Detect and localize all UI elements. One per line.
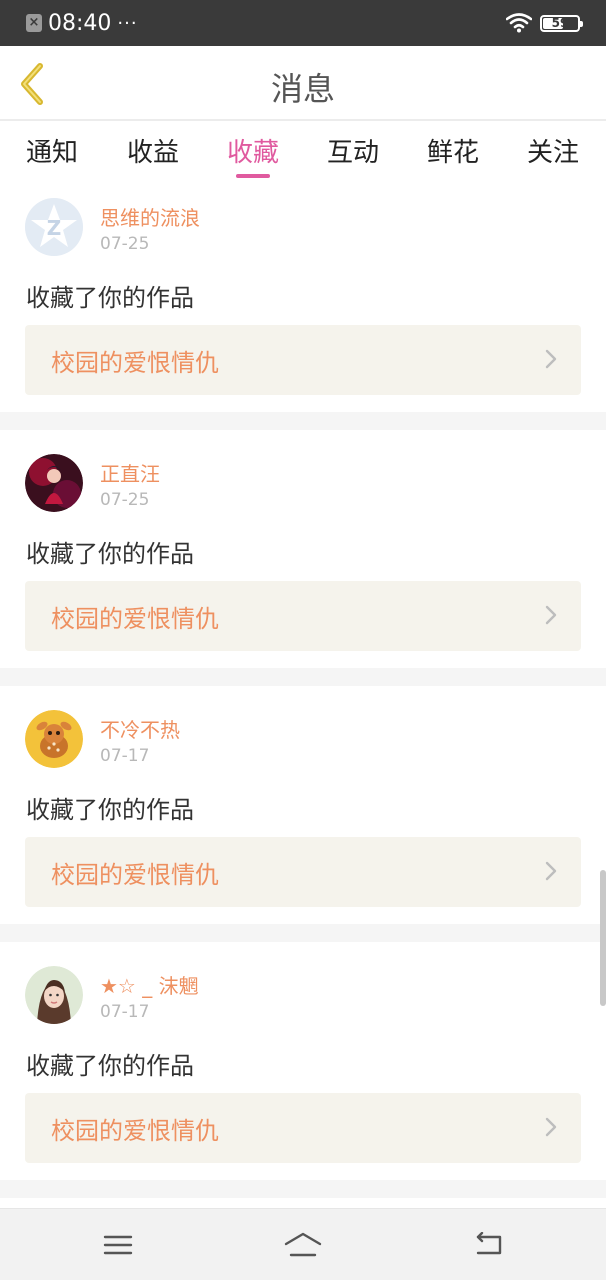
tab-favorites[interactable]: 收藏 [203, 132, 303, 169]
username[interactable]: ★☆ _ 沫魍 [100, 970, 199, 999]
username[interactable]: 正直汪 [100, 458, 160, 487]
avatar[interactable] [25, 966, 83, 1024]
tab-flowers[interactable]: 鲜花 [403, 132, 503, 169]
list-item: 不冷不热 07-17 收藏了你的作品 校园的爱恨情仇 [0, 686, 606, 914]
avatar[interactable] [25, 454, 83, 512]
status-bar: × 08:40 ··· 59 [0, 0, 606, 46]
action-text: 收藏了你的作品 [26, 540, 194, 568]
chevron-right-icon [545, 1117, 557, 1137]
header-divider [0, 119, 606, 121]
svg-text:Z: Z [47, 216, 62, 240]
anime-figure-avatar [25, 454, 83, 512]
notification-icon: × [26, 14, 42, 32]
timestamp: 07-25 [100, 490, 150, 510]
work-link[interactable]: 校园的爱恨情仇 [25, 1093, 581, 1163]
tab-earnings[interactable]: 收益 [103, 132, 203, 169]
username[interactable]: 不冷不热 [100, 714, 180, 743]
timestamp: 07-17 [100, 746, 150, 766]
wifi-icon [506, 13, 532, 33]
list-item: Z 思维的流浪 07-25 收藏了你的作品 校园的爱恨情仇 [0, 184, 606, 412]
menu-button[interactable] [98, 1227, 138, 1263]
more-notifications-indicator: ··· [117, 12, 138, 34]
work-title: 校园的爱恨情仇 [51, 1117, 219, 1145]
battery-icon: 59 [540, 14, 583, 32]
girl-photo-avatar [25, 966, 83, 1024]
divider [0, 924, 606, 942]
list-item: 正直汪 07-25 收藏了你的作品 校园的爱恨情仇 [0, 430, 606, 658]
action-text: 收藏了你的作品 [26, 1052, 194, 1080]
work-link[interactable]: 校园的爱恨情仇 [25, 581, 581, 651]
list-item: ★☆ _ 沫魍 07-17 收藏了你的作品 校园的爱恨情仇 [0, 942, 606, 1170]
scrollbar[interactable] [600, 870, 606, 1006]
chevron-right-icon [545, 349, 557, 369]
tab-following[interactable]: 关注 [503, 132, 603, 169]
back-nav-button[interactable] [468, 1227, 508, 1263]
divider [0, 668, 606, 686]
active-tab-indicator [236, 174, 270, 178]
avatar[interactable] [25, 710, 83, 768]
home-button[interactable] [281, 1227, 325, 1263]
battery-level: 59 [551, 15, 569, 30]
page-title: 消息 [270, 70, 335, 108]
home-icon [284, 1232, 322, 1257]
system-nav-bar [0, 1208, 606, 1280]
action-text: 收藏了你的作品 [26, 796, 194, 824]
tab-bar: 通知 收益 收藏 互动 鲜花 关注 [0, 122, 606, 184]
work-title: 校园的爱恨情仇 [51, 349, 219, 377]
timestamp: 07-25 [100, 234, 150, 254]
divider [0, 412, 606, 430]
username[interactable]: 思维的流浪 [100, 202, 200, 231]
avatar[interactable]: Z [25, 198, 83, 256]
work-link[interactable]: 校园的爱恨情仇 [25, 325, 581, 395]
work-link[interactable]: 校园的爱恨情仇 [25, 837, 581, 907]
chevron-right-icon [545, 605, 557, 625]
work-title: 校园的爱恨情仇 [51, 861, 219, 889]
work-title: 校园的爱恨情仇 [51, 605, 219, 633]
status-time: 08:40 [48, 10, 112, 36]
divider [0, 1180, 606, 1198]
header: 消息 [0, 46, 606, 120]
back-icon [476, 1232, 502, 1255]
timestamp: 07-17 [100, 1002, 150, 1022]
action-text: 收藏了你的作品 [26, 284, 194, 312]
fawn-avatar [25, 710, 83, 768]
tab-notifications[interactable]: 通知 [2, 132, 102, 169]
tab-interactions[interactable]: 互动 [303, 132, 403, 169]
chevron-right-icon [545, 861, 557, 881]
menu-icon [103, 1235, 133, 1255]
qzone-star-avatar: Z [25, 198, 83, 256]
